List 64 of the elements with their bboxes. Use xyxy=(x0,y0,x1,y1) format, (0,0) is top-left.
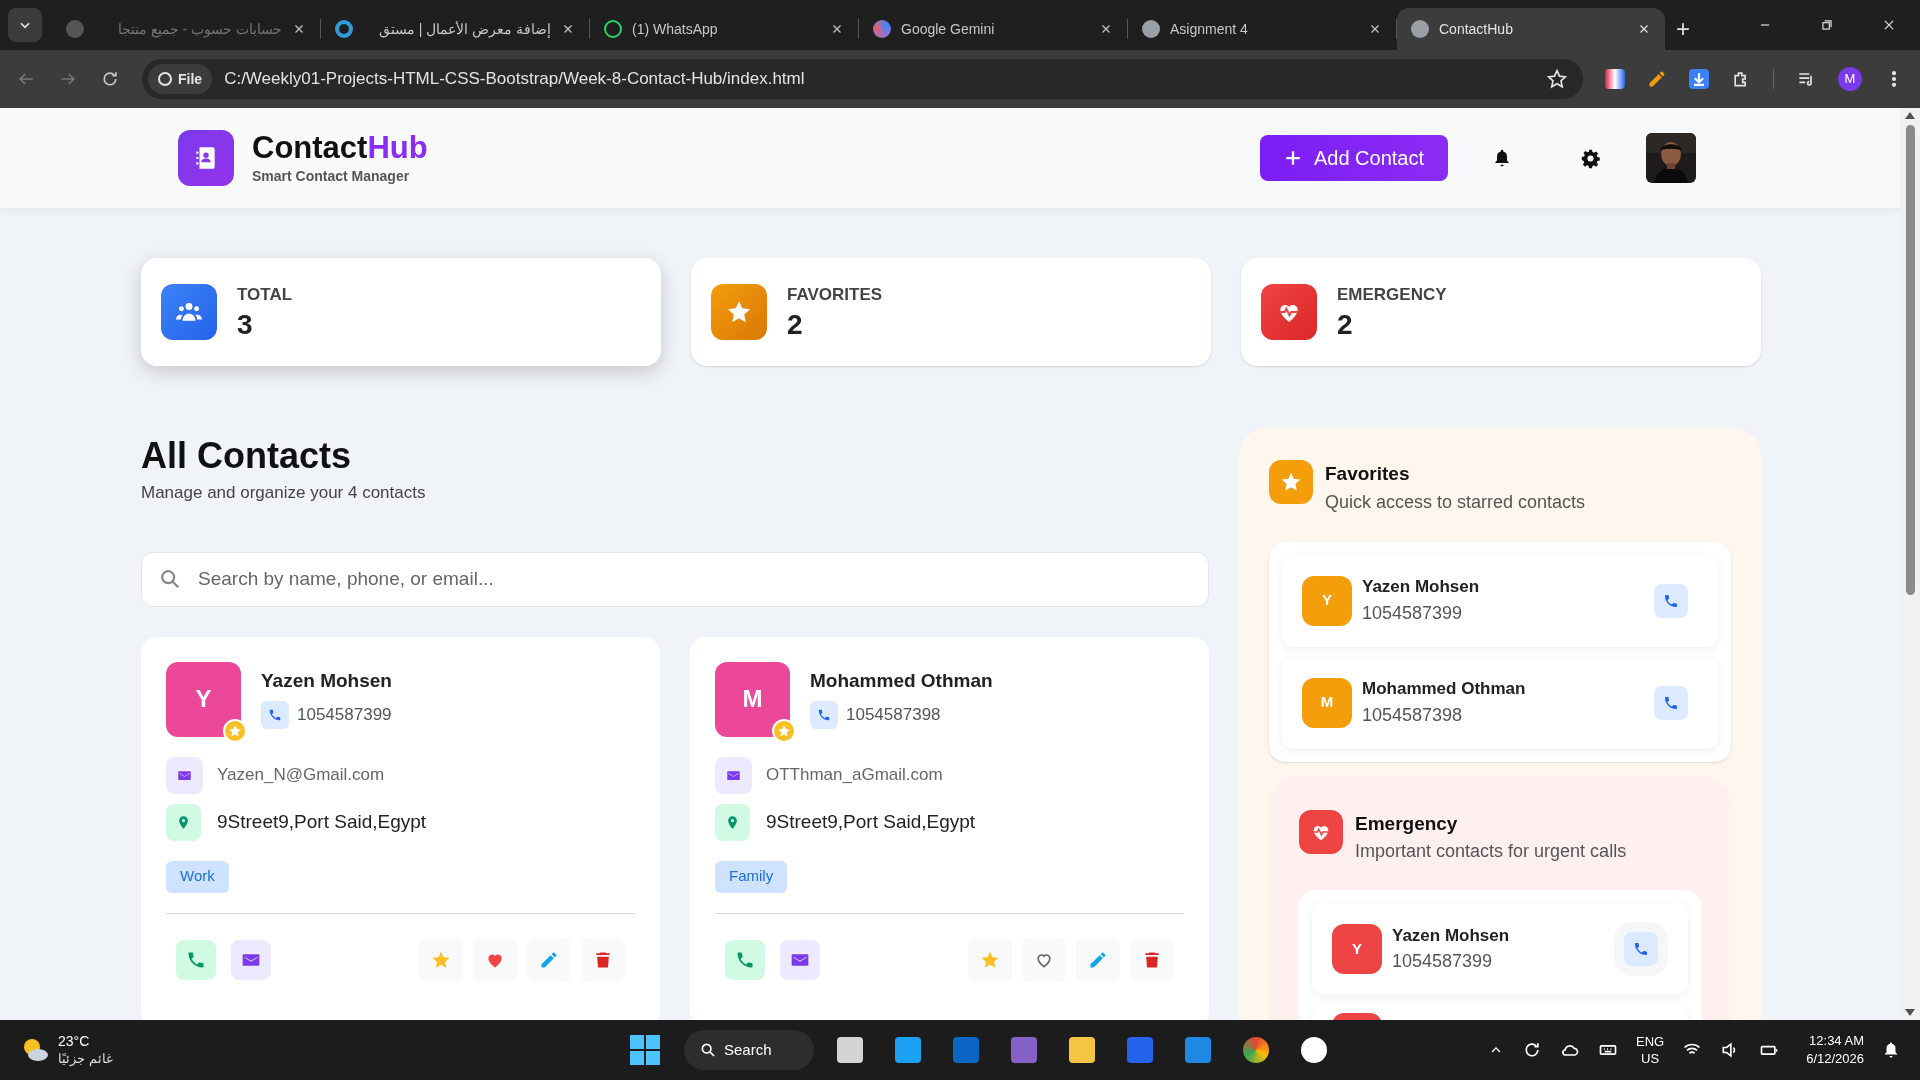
avatar: M xyxy=(715,661,790,737)
site-info-chip[interactable]: File xyxy=(148,64,213,94)
avatar: Y xyxy=(1332,924,1382,974)
tab-title: Asignment 4 xyxy=(1170,19,1249,39)
panel-title: Emergency xyxy=(1355,811,1459,836)
url-text: C:/Weekly01-Projects-HTML-CSS-Bootstrap/Week-8-Contact-Hub/index.html xyxy=(224,68,806,91)
region-text[interactable]: US xyxy=(1641,1050,1660,1067)
section-title: All Contacts xyxy=(141,434,353,478)
browser-tab[interactable]: إضافة معرض الأعمال | مستق xyxy=(321,8,589,50)
panel-subtitle: Important contacts for urgent calls xyxy=(1355,840,1627,863)
tab-title: ContactHub xyxy=(1439,19,1514,39)
tab-title: (1) WhatsApp xyxy=(632,19,719,39)
tab-title: إضافة معرض الأعمال | مستق xyxy=(377,19,551,40)
contact-name: Yazen Mohsen xyxy=(1362,576,1481,599)
search-field[interactable]: Search by name, phone, or email... xyxy=(141,551,1209,607)
brand-title: ContactHub xyxy=(252,129,428,166)
brand-tagline: Smart Contact Manager xyxy=(252,166,411,186)
tab-title: Google Gemini xyxy=(901,19,996,39)
address-bar[interactable]: File C:/Weekly01-Projects-HTML-CSS-Bootstrap/Week-8-Contact-Hub/index.html xyxy=(142,59,1583,99)
phone-number: 1054587399 xyxy=(297,704,392,727)
weather-text: غائم جزئيًا xyxy=(58,1050,113,1068)
contact-name: Mohammed Othman xyxy=(1362,678,1527,701)
contact-name: Yazen Mohsen xyxy=(1392,924,1511,947)
contact-row[interactable]: M Mohammed Othman 1054587398 xyxy=(1282,656,1718,749)
email-address: OTThman_aGmail.com xyxy=(766,764,943,787)
browser-tab[interactable]: (1) WhatsApp xyxy=(590,8,858,50)
add-contact-button[interactable]: Add Contact xyxy=(1259,135,1448,181)
panel-title: Favorites xyxy=(1325,462,1411,486)
clock-date[interactable]: 6/12/2026 xyxy=(1806,1050,1864,1068)
profile-button[interactable]: M xyxy=(1838,67,1862,91)
avatar: Y xyxy=(166,661,241,737)
temperature-text: 23°C xyxy=(58,1032,91,1050)
email-address: Yazen_N@Gmail.com xyxy=(217,764,385,787)
avatar: M xyxy=(1302,677,1352,728)
stat-label: TOTAL xyxy=(237,284,293,307)
browser-tab[interactable]: Google Gemini xyxy=(859,8,1127,50)
stat-value: 2 xyxy=(1337,307,1354,342)
tag-label: Work xyxy=(166,860,229,893)
browser-tab[interactable]: ContactHub xyxy=(1397,8,1665,50)
stat-value: 3 xyxy=(237,307,254,342)
clock-time[interactable]: 12:34 AM xyxy=(1809,1032,1864,1050)
phone-number: 1054587399 xyxy=(1362,601,1464,625)
language-text[interactable]: ENG xyxy=(1636,1033,1665,1050)
section-subtitle: Manage and organize your 4 contacts xyxy=(141,482,427,504)
avatar: Y xyxy=(1302,575,1352,626)
tag-label: Family xyxy=(715,860,788,893)
contact-row[interactable]: Y Yazen Mohsen 1054587399 xyxy=(1312,903,1688,995)
phone-number: 1054587398 xyxy=(1362,703,1464,727)
tab-title: حسابات حسوب - جميع منتجا xyxy=(116,19,282,40)
contact-address: 9Street9,Port Said,Egypt xyxy=(766,809,976,834)
phone-number: 1054587398 xyxy=(846,704,941,727)
contact-name: Mohammed Othman xyxy=(810,668,993,693)
contact-name: Yazen Mohsen xyxy=(261,668,392,693)
contact-address: 9Street9,Port Said,Egypt xyxy=(217,809,427,834)
browser-tab[interactable]: Asignment 4 xyxy=(1128,8,1396,50)
stat-value: 2 xyxy=(787,307,804,342)
panel-subtitle: Quick access to starred contacts xyxy=(1325,490,1586,514)
new-tab-button[interactable]: + xyxy=(1665,8,1701,50)
phone-number: 1054587399 xyxy=(1392,950,1494,974)
contact-row[interactable]: Y Yazen Mohsen 1054587399 xyxy=(1282,554,1718,647)
browser-tab[interactable]: حسابات حسوب - جميع منتجا xyxy=(52,8,320,50)
taskbar-search[interactable]: Search xyxy=(684,1030,814,1070)
stat-label: FAVORITES xyxy=(787,284,883,307)
stat-label: EMERGENCY xyxy=(1337,284,1447,307)
